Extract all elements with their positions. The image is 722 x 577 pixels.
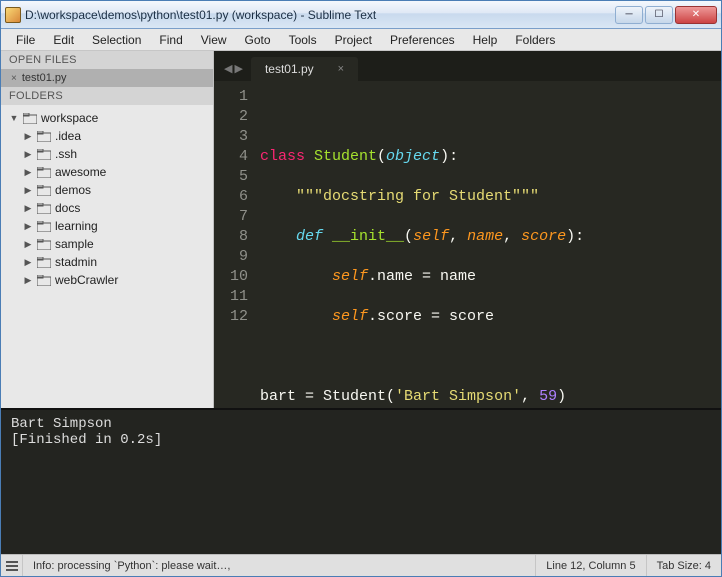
folder-label: sample [55, 237, 94, 251]
chevron-right-icon[interactable]: ▶ [23, 131, 33, 142]
chevron-right-icon[interactable]: ▶ [23, 239, 33, 250]
menu-edit[interactable]: Edit [44, 31, 83, 49]
open-file-item[interactable]: × test01.py [1, 69, 213, 87]
folder-item[interactable]: ▶ demos [5, 181, 209, 199]
folder-icon [37, 149, 51, 160]
chevron-right-icon[interactable]: ▶ [23, 221, 33, 232]
folder-icon [23, 113, 37, 124]
folder-icon [37, 203, 51, 214]
folder-icon [37, 131, 51, 142]
close-button[interactable]: ✕ [675, 6, 717, 24]
menu-help[interactable]: Help [464, 31, 507, 49]
build-output-panel[interactable]: Bart Simpson [Finished in 0.2s] [1, 408, 721, 554]
code-editor[interactable]: 123456789101112 class Student(object): "… [214, 81, 721, 408]
console-line: Bart Simpson [11, 416, 711, 432]
menu-folders[interactable]: Folders [506, 31, 564, 49]
tab-label: test01.py [265, 62, 314, 76]
chevron-down-icon[interactable]: ▼ [9, 113, 19, 123]
code-line: class Student(object): [260, 147, 721, 167]
app-icon [5, 7, 21, 23]
window-title: D:\workspace\demos\python\test01.py (wor… [25, 8, 615, 22]
close-icon[interactable]: × [11, 73, 17, 84]
status-bar: Info: processing `Python`: please wait…,… [1, 554, 721, 576]
editor-area: ◀ ▶ test01.py × 123456789101112 class St… [214, 51, 721, 408]
menu-tools[interactable]: Tools [280, 31, 326, 49]
status-info: Info: processing `Python`: please wait…, [23, 555, 536, 576]
folder-item[interactable]: ▶ webCrawler [5, 271, 209, 289]
folder-tree: ▼ workspace ▶ .idea ▶ .ssh ▶ awesome ▶ demos ▶ do… [1, 105, 213, 408]
folder-label: workspace [41, 111, 98, 125]
console-line: [Finished in 0.2s] [11, 432, 711, 448]
folder-label: learning [55, 219, 98, 233]
open-file-label: test01.py [22, 72, 67, 84]
folder-root[interactable]: ▼ workspace [5, 109, 209, 127]
open-files-header: OPEN FILES [1, 51, 213, 69]
folder-label: webCrawler [55, 273, 118, 287]
code-line: self.name = name [260, 267, 721, 287]
code-line: bart = Student('Bart Simpson', 59) [260, 387, 721, 407]
folder-label: .ssh [55, 147, 77, 161]
menu-bar: File Edit Selection Find View Goto Tools… [1, 29, 721, 51]
folder-item[interactable]: ▶ .ssh [5, 145, 209, 163]
folder-label: awesome [55, 165, 106, 179]
status-position[interactable]: Line 12, Column 5 [536, 555, 646, 576]
code-line: """docstring for Student""" [260, 187, 721, 207]
nav-back-icon[interactable]: ◀ [224, 62, 232, 75]
maximize-button[interactable]: ☐ [645, 6, 673, 24]
folders-header: FOLDERS [1, 87, 213, 105]
folder-item[interactable]: ▶ stadmin [5, 253, 209, 271]
tab-bar: ◀ ▶ test01.py × [214, 51, 721, 81]
folder-label: stadmin [55, 255, 97, 269]
folder-label: .idea [55, 129, 81, 143]
folder-label: docs [55, 201, 80, 215]
folder-item[interactable]: ▶ learning [5, 217, 209, 235]
menu-preferences[interactable]: Preferences [381, 31, 464, 49]
window-titlebar: D:\workspace\demos\python\test01.py (wor… [1, 1, 721, 29]
nav-forward-icon[interactable]: ▶ [234, 62, 242, 75]
line-gutter: 123456789101112 [214, 87, 260, 408]
folder-item[interactable]: ▶ sample [5, 235, 209, 253]
folder-item[interactable]: ▶ .idea [5, 127, 209, 145]
menu-selection[interactable]: Selection [83, 31, 150, 49]
menu-find[interactable]: Find [150, 31, 191, 49]
sidebar: OPEN FILES × test01.py FOLDERS ▼ workspa… [1, 51, 214, 408]
folder-icon [37, 257, 51, 268]
folder-icon [37, 275, 51, 286]
chevron-right-icon[interactable]: ▶ [23, 185, 33, 196]
menu-goto[interactable]: Goto [236, 31, 280, 49]
chevron-right-icon[interactable]: ▶ [23, 149, 33, 160]
code-line [260, 107, 721, 127]
folder-icon [37, 167, 51, 178]
menu-view[interactable]: View [192, 31, 236, 49]
code-line [260, 347, 721, 367]
chevron-right-icon[interactable]: ▶ [23, 203, 33, 214]
folder-item[interactable]: ▶ docs [5, 199, 209, 217]
tab-close-icon[interactable]: × [338, 63, 344, 75]
folder-item[interactable]: ▶ awesome [5, 163, 209, 181]
tab-test01[interactable]: test01.py × [251, 57, 358, 81]
folder-icon [37, 185, 51, 196]
folder-icon [37, 221, 51, 232]
code-lines[interactable]: class Student(object): """docstring for … [260, 87, 721, 408]
status-tabsize[interactable]: Tab Size: 4 [647, 555, 721, 576]
code-line: self.score = score [260, 307, 721, 327]
minimize-button[interactable]: ─ [615, 6, 643, 24]
menu-project[interactable]: Project [326, 31, 381, 49]
code-line: def __init__(self, name, score): [260, 227, 721, 247]
menu-file[interactable]: File [7, 31, 44, 49]
chevron-right-icon[interactable]: ▶ [23, 167, 33, 178]
panel-switcher-icon[interactable] [1, 555, 23, 576]
folder-icon [37, 239, 51, 250]
chevron-right-icon[interactable]: ▶ [23, 275, 33, 286]
folder-label: demos [55, 183, 91, 197]
chevron-right-icon[interactable]: ▶ [23, 257, 33, 268]
